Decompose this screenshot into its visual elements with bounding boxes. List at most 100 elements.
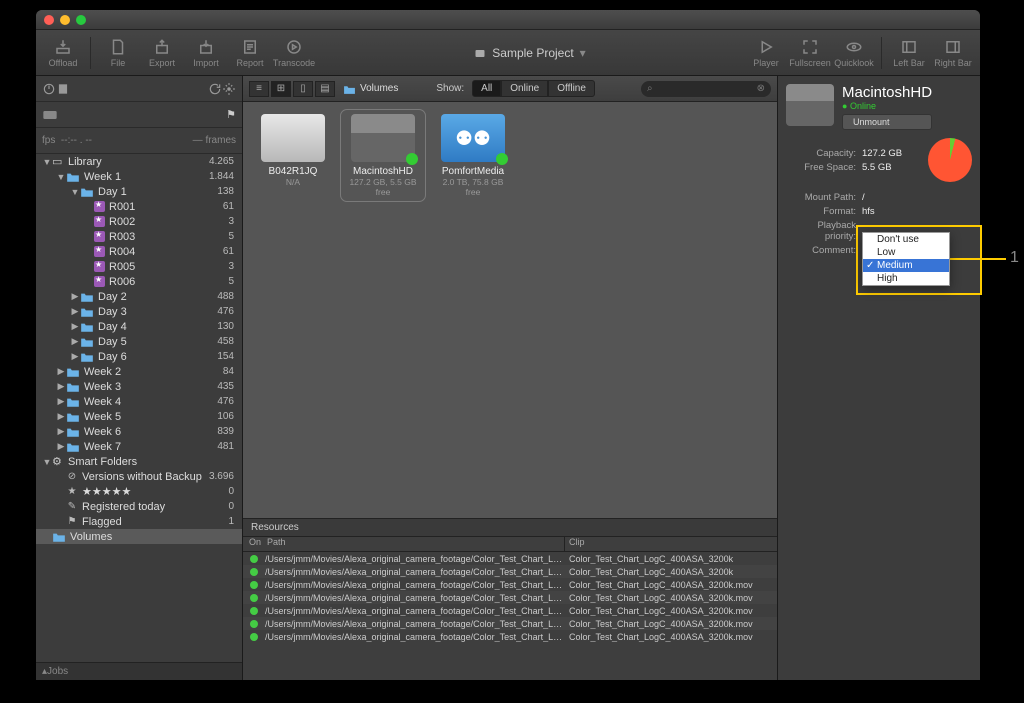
resources-panel: Resources On Path Clip /Users/jmm/Movies… — [243, 518, 777, 680]
traffic-lights — [44, 15, 86, 25]
chevron-down-icon: ▾ — [580, 46, 586, 60]
inspector: MacintoshHD ● Online Unmount Capacity:12… — [777, 76, 980, 680]
resources-title: Resources — [243, 519, 777, 537]
close-icon[interactable] — [44, 15, 54, 25]
tree-item[interactable]: ▶Week 6839 — [36, 424, 242, 439]
filter-online[interactable]: Online — [501, 80, 548, 97]
tree-item[interactable]: ▶Week 4476 — [36, 394, 242, 409]
export-button[interactable]: Export — [141, 33, 183, 73]
tree-item[interactable]: R00161 — [36, 199, 242, 214]
resource-row[interactable]: /Users/jmm/Movies/Alexa_original_camera_… — [243, 565, 777, 578]
resource-row[interactable]: /Users/jmm/Movies/Alexa_original_camera_… — [243, 604, 777, 617]
dropdown-option[interactable]: Medium — [863, 259, 949, 272]
resource-row[interactable]: /Users/jmm/Movies/Alexa_original_camera_… — [243, 617, 777, 630]
power-icon[interactable] — [42, 82, 56, 96]
view-mode-buttons: ≡ ⊞ ▯ ▤ — [249, 81, 335, 97]
main-toolbar-secondary: ≡ ⊞ ▯ ▤ Volumes Show: AllOnlineOffline ⌕… — [243, 76, 777, 102]
resource-row[interactable]: /Users/jmm/Movies/Alexa_original_camera_… — [243, 552, 777, 565]
file-button[interactable]: File — [97, 33, 139, 73]
filter-offline[interactable]: Offline — [548, 80, 595, 97]
volume-item[interactable]: MacintoshHD127.2 GB, 5.5 GB free — [345, 114, 421, 197]
breadcrumb[interactable]: Volumes — [343, 83, 398, 94]
tree-item[interactable]: R0035 — [36, 229, 242, 244]
fps-row: fps --:-- . -- ― frames — [36, 128, 242, 154]
tree-item[interactable]: ⚑Flagged1 — [36, 514, 242, 529]
tree-item[interactable]: R00461 — [36, 244, 242, 259]
flag-icon: ⚑ — [226, 108, 236, 121]
tree-item[interactable]: ▶Day 6154 — [36, 349, 242, 364]
folder-icon — [343, 84, 356, 94]
unmount-button[interactable]: Unmount — [842, 114, 932, 130]
library-tree[interactable]: ▼▭Library4.265▼Week 11.844▼Day 1138R0016… — [36, 154, 242, 662]
dropdown-option[interactable]: High — [863, 272, 949, 285]
tree-item[interactable]: ✎Registered today0 — [36, 499, 242, 514]
transcode-button[interactable]: Transcode — [273, 33, 315, 73]
tree-item[interactable]: ▶Week 3435 — [36, 379, 242, 394]
tree-item[interactable]: ★★★★★★0 — [36, 484, 242, 499]
gear-icon[interactable] — [222, 82, 236, 96]
drive-image — [786, 84, 834, 126]
tree-item[interactable]: Volumes — [36, 529, 242, 544]
refresh-icon[interactable] — [208, 82, 222, 96]
playback-priority-dropdown[interactable]: Don't useLowMediumHigh — [862, 232, 950, 286]
drive-row[interactable]: ⚑ — [36, 102, 242, 128]
resources-columns: On Path Clip — [243, 537, 777, 552]
offload-button[interactable]: Offload — [42, 33, 84, 73]
search-input[interactable]: ⌕ ⊗ — [641, 81, 771, 97]
rightbar-button[interactable]: Right Bar — [932, 33, 974, 73]
tree-item[interactable]: ▼Day 1138 — [36, 184, 242, 199]
callout-number: 1 — [1010, 249, 1019, 267]
tree-item[interactable]: ⊘Versions without Backup3.696 — [36, 469, 242, 484]
player-button[interactable]: Player — [745, 33, 787, 73]
tree-item[interactable]: ▶Day 2488 — [36, 289, 242, 304]
drive-icon — [42, 109, 58, 121]
tree-item[interactable]: ▼⚙Smart Folders — [36, 454, 242, 469]
tree-item[interactable]: ▶Day 5458 — [36, 334, 242, 349]
volume-item[interactable]: ⚉⚉PomfortMedia2.0 TB, 75.8 GB free — [435, 114, 511, 197]
show-label: Show: — [436, 83, 464, 94]
tree-item[interactable]: R0023 — [36, 214, 242, 229]
view-list-icon[interactable]: ≡ — [249, 81, 269, 97]
usage-pie-icon — [928, 138, 972, 182]
film-icon[interactable] — [56, 82, 70, 96]
report-button[interactable]: Report — [229, 33, 271, 73]
resource-row[interactable]: /Users/jmm/Movies/Alexa_original_camera_… — [243, 578, 777, 591]
clear-icon[interactable]: ⊗ — [757, 83, 765, 94]
resource-row[interactable]: /Users/jmm/Movies/Alexa_original_camera_… — [243, 630, 777, 643]
tree-item[interactable]: ▼▭Library4.265 — [36, 154, 242, 169]
filter-all[interactable]: All — [472, 80, 501, 97]
import-button[interactable]: Import — [185, 33, 227, 73]
tree-item[interactable]: ▼Week 11.844 — [36, 169, 242, 184]
volumes-grid: B042R1JQN/AMacintoshHD127.2 GB, 5.5 GB f… — [243, 102, 777, 518]
view-grid-icon[interactable]: ⊞ — [271, 81, 291, 97]
tree-item[interactable]: ▶Week 7481 — [36, 439, 242, 454]
view-column-icon[interactable]: ▯ — [293, 81, 313, 97]
tree-item[interactable]: ▶Week 284 — [36, 364, 242, 379]
tree-item[interactable]: R0065 — [36, 274, 242, 289]
dropdown-option[interactable]: Low — [863, 246, 949, 259]
status-badge: ● Online — [842, 101, 932, 111]
tree-item[interactable]: R0053 — [36, 259, 242, 274]
filter-pills: AllOnlineOffline — [472, 80, 595, 97]
dropdown-option[interactable]: Don't use — [863, 233, 949, 246]
zoom-icon[interactable] — [76, 15, 86, 25]
project-icon — [474, 47, 486, 59]
tree-item[interactable]: ▶Day 4130 — [36, 319, 242, 334]
resource-row[interactable]: /Users/jmm/Movies/Alexa_original_camera_… — [243, 591, 777, 604]
volume-item[interactable]: B042R1JQN/A — [255, 114, 331, 187]
sidebar: ⚑ fps --:-- . -- ― frames ▼▭Library4.265… — [36, 76, 243, 680]
view-detail-icon[interactable]: ▤ — [315, 81, 335, 97]
tree-item[interactable]: ▶Day 3476 — [36, 304, 242, 319]
sidebar-top — [36, 76, 242, 102]
tree-item[interactable]: ▶Week 5106 — [36, 409, 242, 424]
leftbar-button[interactable]: Left Bar — [888, 33, 930, 73]
resources-rows[interactable]: /Users/jmm/Movies/Alexa_original_camera_… — [243, 552, 777, 680]
project-title[interactable]: Sample Project ▾ — [317, 46, 743, 60]
search-icon: ⌕ — [647, 83, 653, 94]
titlebar — [36, 10, 980, 30]
minimize-icon[interactable] — [60, 15, 70, 25]
jobs-bar[interactable]: ▴ Jobs — [36, 662, 242, 680]
main-area: ≡ ⊞ ▯ ▤ Volumes Show: AllOnlineOffline ⌕… — [243, 76, 777, 680]
quicklook-button[interactable]: Quicklook — [833, 33, 875, 73]
fullscreen-button[interactable]: Fullscreen — [789, 33, 831, 73]
